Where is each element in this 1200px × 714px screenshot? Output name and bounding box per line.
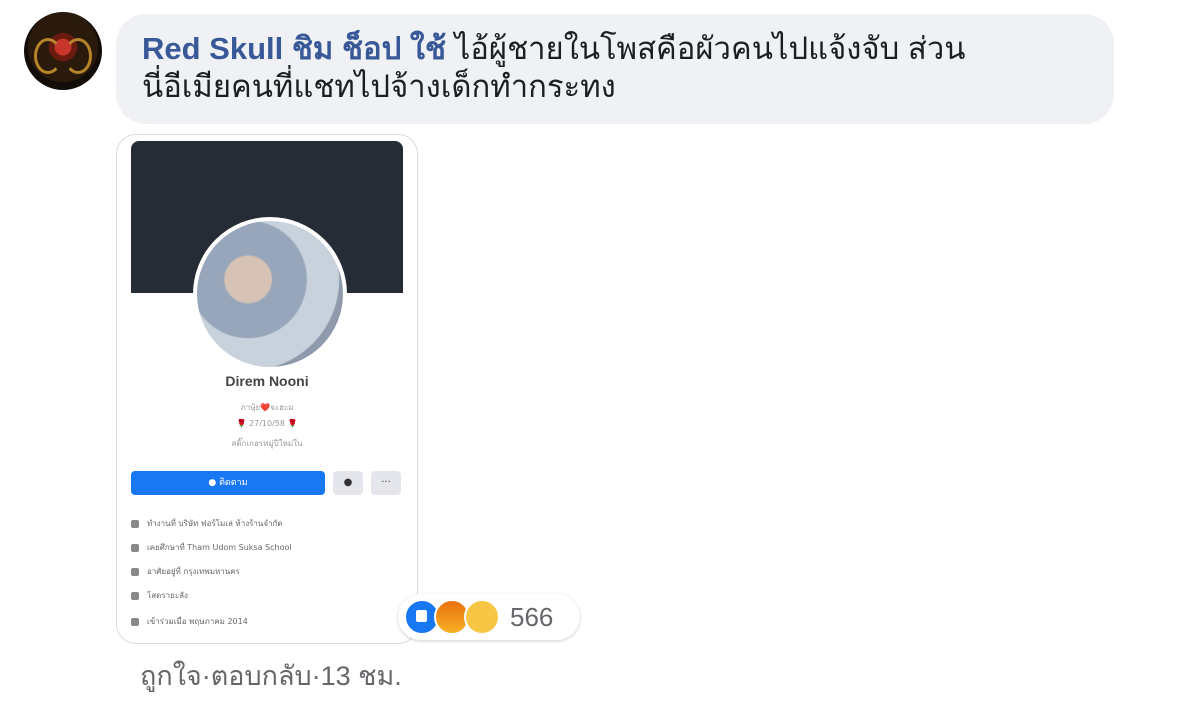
messenger-button: ●	[333, 471, 363, 495]
comment-bubble: Red Skull ชิม ช็อป ใช้ ไอ้ผู้ชายในโพสคือ…	[116, 14, 1114, 124]
comment-line-1: Red Skull ชิม ช็อป ใช้ ไอ้ผู้ชายในโพสคือ…	[142, 30, 1088, 68]
follow-button: ● ติดตาม	[131, 471, 325, 495]
attached-screenshot[interactable]: Direm Nooni ภาษุ้ย❤️จะฮะม 🌹 27/10/58 🌹 ส…	[116, 134, 418, 644]
reaction-count: 566	[510, 601, 554, 632]
profile-bio-3: สติ๊กเกอรหมู่ปีใหม่ใน	[231, 439, 303, 448]
separator: ·	[311, 661, 321, 691]
profile-bio-1: ภาษุ้ย❤️จะฮะม	[240, 403, 294, 412]
sad-reaction-icon	[464, 599, 500, 635]
avatar-emblem-right	[64, 38, 92, 74]
home-icon	[131, 567, 139, 576]
info-relationship: โสดรายะลัง	[131, 589, 188, 602]
info-location-text: อาศัยอยู่ที่ กรุงเทพมหานคร	[147, 567, 240, 576]
more-button: ···	[371, 471, 401, 495]
comment-author[interactable]: Red Skull ชิม ช็อป ใช้	[142, 31, 446, 66]
info-school-text: เคยศึกษาที่ Tham Udom Suksa School	[147, 543, 292, 552]
timestamp[interactable]: 13 ชม.	[321, 654, 402, 697]
profile-bio-2: 🌹 27/10/58 🌹	[236, 419, 298, 428]
info-work-text: ทำงานที่ บริษัท ฟอร์โมเล่ ห้างร้านจำกัด	[147, 519, 283, 528]
info-joined: เข้าร่วมเมื่อ พฤษภาคม 2014	[131, 615, 248, 628]
profile-picture	[193, 217, 347, 371]
separator: ·	[201, 661, 211, 691]
info-school: เคยศึกษาที่ Tham Udom Suksa School	[131, 541, 292, 554]
comment-text-2: นี่อีเมียคนที่แชทไปจ้างเด็กทำกระทง	[142, 69, 616, 104]
heart-icon	[131, 591, 139, 600]
info-work: ทำงานที่ บริษัท ฟอร์โมเล่ ห้างร้านจำกัด	[131, 517, 283, 530]
clock-icon	[131, 617, 139, 626]
info-joined-text: เข้าร่วมเมื่อ พฤษภาคม 2014	[147, 617, 248, 626]
work-icon	[131, 519, 139, 528]
reply-link[interactable]: ตอบกลับ	[211, 654, 312, 697]
like-link[interactable]: ถูกใจ	[140, 654, 202, 697]
avatar-emblem-left	[34, 38, 62, 74]
comment-actions: ถูกใจ · ตอบกลับ · 13 ชม.	[140, 654, 402, 697]
info-relationship-text: โสดรายะลัง	[147, 591, 188, 600]
commenter-avatar[interactable]	[24, 12, 102, 90]
reaction-summary[interactable]: 566	[398, 594, 580, 640]
comment-text-1: ไอ้ผู้ชายในโพสคือผัวคนไปแจ้งจับ ส่วน	[454, 31, 966, 66]
school-icon	[131, 543, 139, 552]
profile-name: Direm Nooni	[225, 373, 309, 389]
info-location: อาศัยอยู่ที่ กรุงเทพมหานคร	[131, 565, 240, 578]
